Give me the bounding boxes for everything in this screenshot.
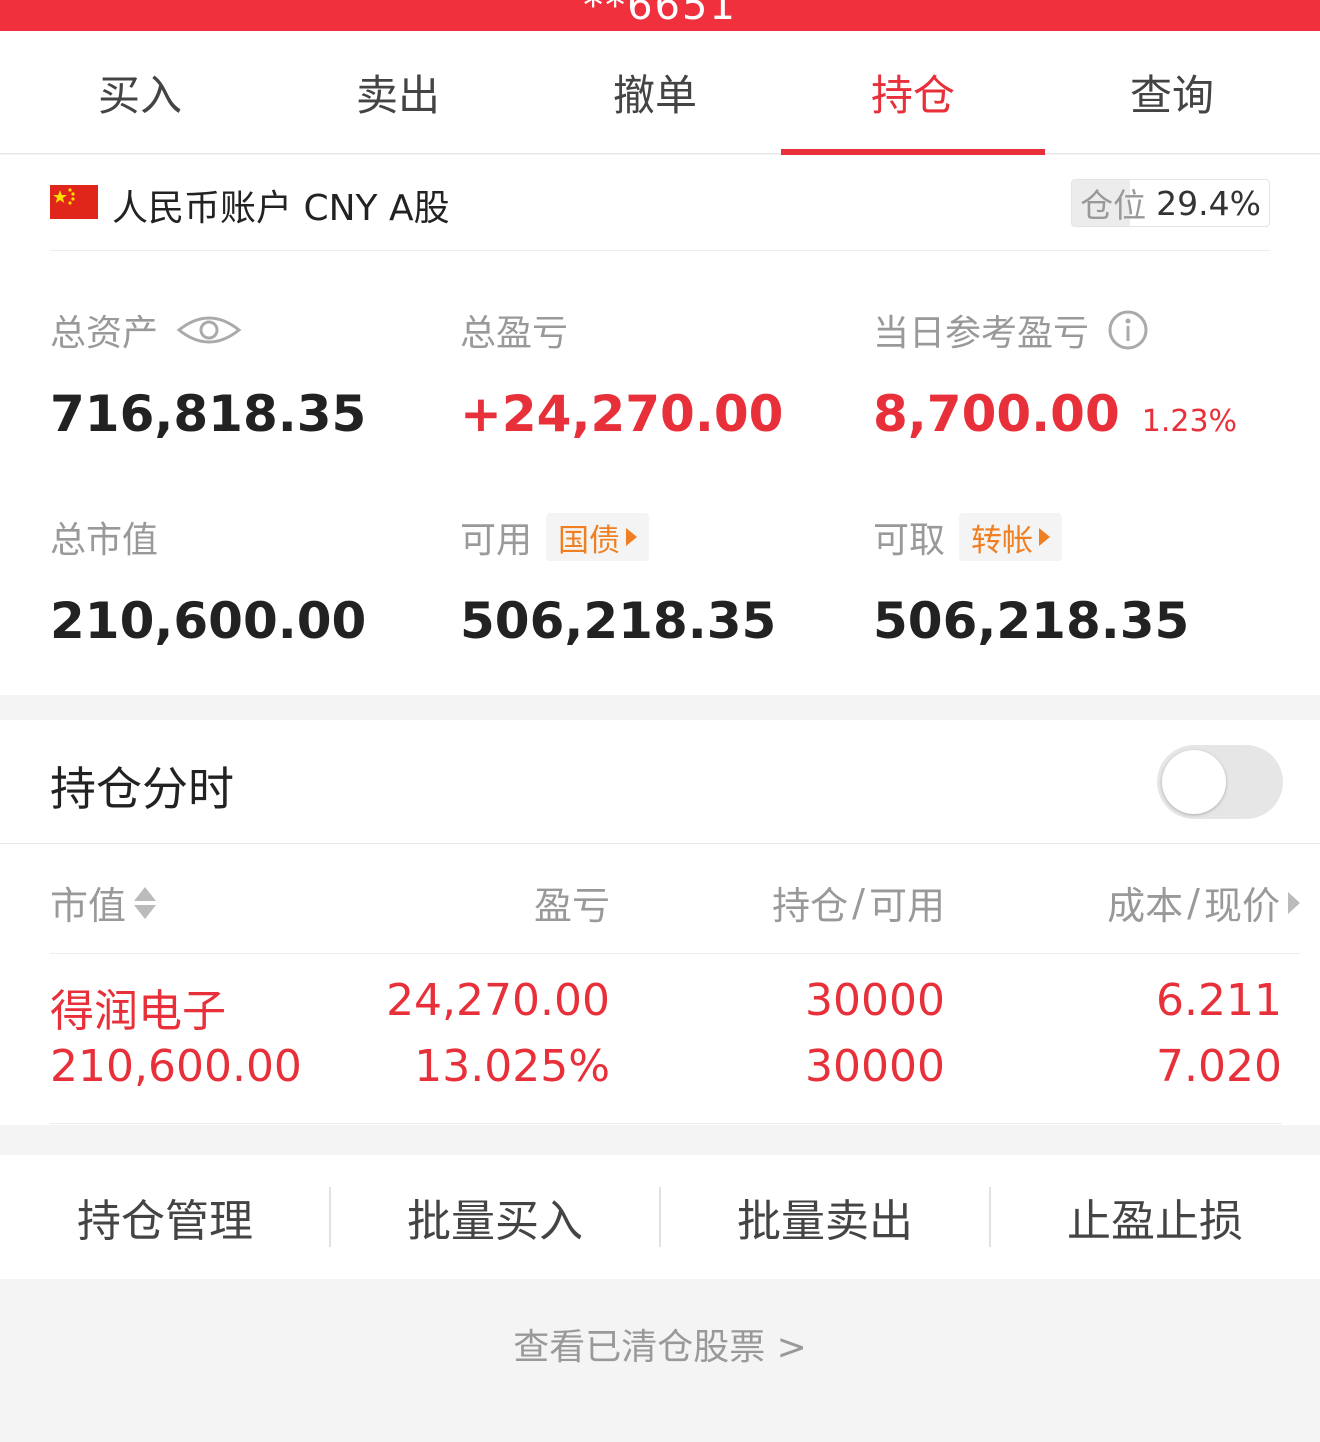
stock-cost: 6.211 [1156, 975, 1282, 1026]
total-assets-label: 总资产 [50, 313, 159, 354]
tab-query[interactable]: 查询 [1040, 31, 1304, 154]
stock-price: 7.020 [1156, 1041, 1282, 1092]
eye-icon[interactable] [176, 312, 242, 348]
column-pnl: 盈亏 [533, 884, 610, 928]
holding-row[interactable]: 得润电子 210,600.00 24,270.00 13.025% 30000 … [50, 955, 1282, 1124]
china-flag-icon [50, 185, 98, 219]
info-icon[interactable] [1107, 309, 1149, 351]
market-value-value: 210,600.00 [50, 592, 367, 650]
position-ratio-badge: 仓位 29.4% [1071, 179, 1270, 227]
trade-tabs: 买入 卖出 撤单 持仓 查询 [0, 31, 1320, 155]
account-number: **6651 [583, 0, 737, 29]
tab-cancel[interactable]: 撤单 [523, 31, 787, 154]
total-pnl-value: +24,270.00 [460, 385, 784, 443]
total-assets-value: 716,818.35 [50, 385, 367, 443]
total-assets: 总资产 716,818.35 [50, 305, 366, 443]
position-management-button[interactable]: 持仓管理 [0, 1155, 330, 1279]
stock-market-value: 210,600.00 [50, 1041, 302, 1092]
batch-sell-button[interactable]: 批量卖出 [660, 1155, 990, 1279]
account-row: 人民币账户 CNY A股 仓位 29.4% [50, 155, 1270, 251]
holdings-intraday-toggle[interactable] [1157, 745, 1283, 819]
chevron-right-icon[interactable] [1288, 891, 1300, 914]
play-arrow-icon [626, 528, 638, 546]
holdings-column-header: 市值 盈亏 持仓 / 可用 成本 / 现价 [50, 845, 1300, 954]
withdrawable-value: 506,218.35 [873, 592, 1190, 650]
stock-name: 得润电子 [50, 986, 226, 1037]
available-value: 506,218.35 [460, 592, 777, 650]
tab-sell[interactable]: 卖出 [266, 31, 530, 154]
column-position-available: 持仓 / 可用 [772, 880, 945, 929]
holdings-header: 持仓分时 [0, 720, 1320, 844]
transfer-button[interactable]: 转帐 [959, 513, 1063, 561]
position-ratio-label: 仓位 [1080, 186, 1147, 225]
market-value: 总市值 210,600.00 [50, 512, 366, 650]
batch-buy-button[interactable]: 批量买入 [330, 1155, 660, 1279]
account-name[interactable]: 人民币账户 CNY A股 [112, 179, 450, 231]
market-value-label: 总市值 [50, 520, 159, 561]
daily-pnl-value: 8,700.00 [873, 385, 1120, 443]
daily-pnl-label: 当日参考盈亏 [873, 313, 1090, 354]
position-ratio-value: 29.4% [1156, 183, 1261, 223]
stock-pnl: 24,270.00 [386, 975, 610, 1026]
toggle-knob [1162, 750, 1226, 814]
sort-icon[interactable] [134, 886, 157, 919]
account-header-bar: **6651 [0, 0, 1320, 31]
column-cost-price[interactable]: 成本 / 现价 [1107, 875, 1300, 930]
daily-pnl: 当日参考盈亏 8,700.00 1.23% [873, 305, 1237, 443]
treasury-bond-button[interactable]: 国债 [546, 513, 650, 561]
column-market-value[interactable]: 市值 [50, 875, 157, 930]
total-pnl-label: 总盈亏 [460, 313, 569, 354]
stock-pnl-percent: 13.025% [414, 1041, 610, 1092]
tab-holdings[interactable]: 持仓 [781, 31, 1045, 155]
stock-position: 30000 [805, 975, 945, 1026]
stock-available: 30000 [805, 1041, 945, 1092]
play-arrow-icon [1039, 528, 1051, 546]
view-cleared-stocks-link[interactable]: 查看已清仓股票 > [0, 1318, 1320, 1370]
withdrawable-funds: 可取 转帐 506,218.35 [873, 512, 1189, 650]
holdings-action-bar: 持仓管理 批量买入 批量卖出 止盈止损 [0, 1155, 1320, 1279]
daily-pnl-percent: 1.23% [1141, 404, 1238, 439]
available-label: 可用 [460, 520, 533, 561]
available-funds: 可用 国债 506,218.35 [460, 512, 776, 650]
holdings-card: 持仓分时 市值 盈亏 持仓 / 可用 成本 / 现价 得润电子 210,600.00 2… [0, 720, 1320, 1125]
stop-profit-loss-button[interactable]: 止盈止损 [990, 1155, 1320, 1279]
withdrawable-label: 可取 [873, 520, 946, 561]
tab-buy[interactable]: 买入 [8, 31, 272, 154]
total-pnl: 总盈亏 +24,270.00 [460, 305, 783, 443]
holdings-intraday-title: 持仓分时 [50, 762, 234, 816]
account-summary: 人民币账户 CNY A股 仓位 29.4% 总资产 716,818.35 总盈亏… [0, 155, 1320, 695]
